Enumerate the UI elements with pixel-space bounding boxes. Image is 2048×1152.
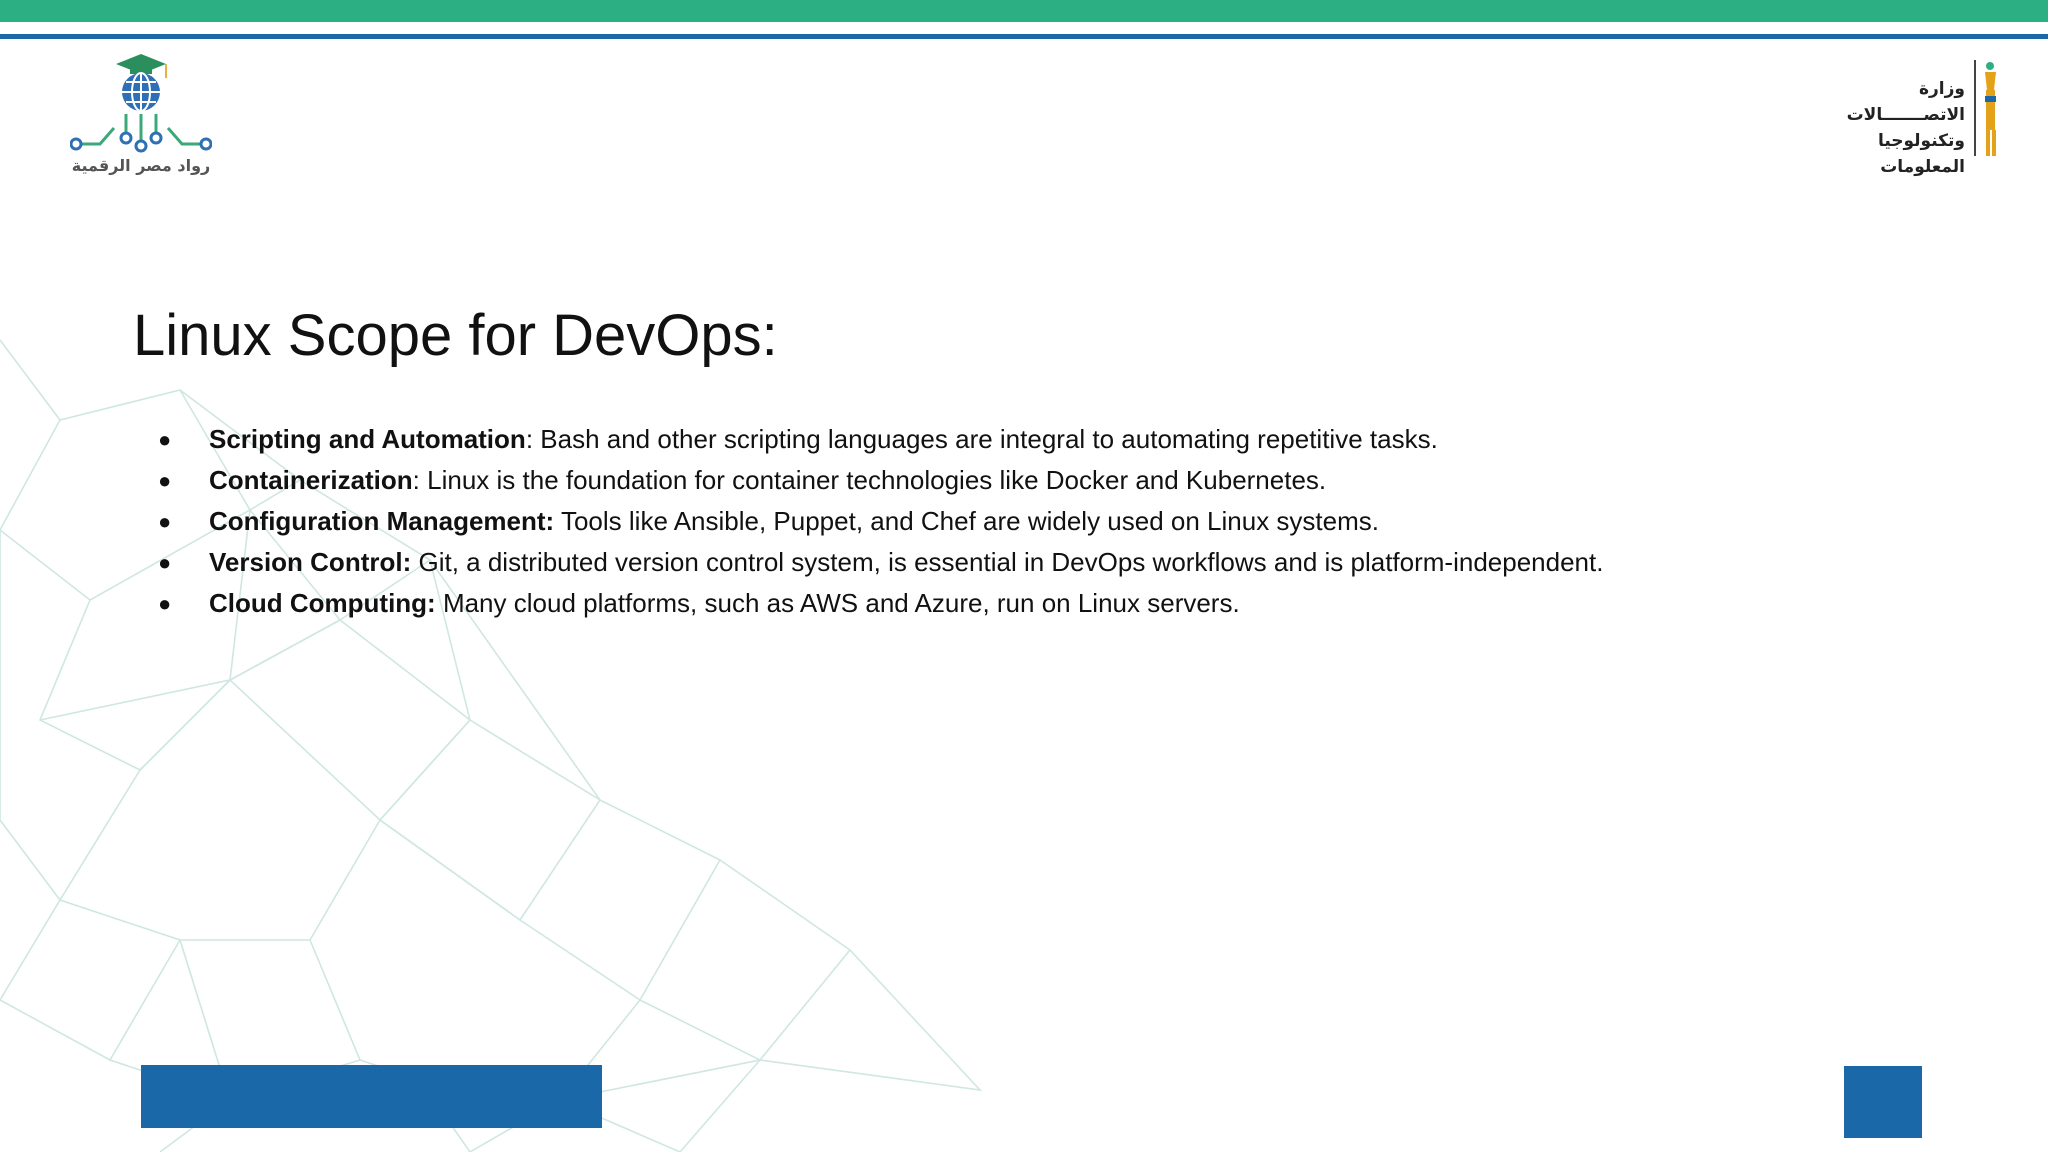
bullet-text: Tools like Ansible, Puppet, and Chef are… [554, 506, 1379, 536]
logo-left-caption: رواد مصر الرقمية [71, 156, 211, 175]
bullet-term: Scripting and Automation [209, 424, 526, 454]
slide-title: Linux Scope for DevOps: [133, 303, 778, 368]
list-item: ● Containerization: Linux is the foundati… [155, 460, 1603, 501]
bullet-term: Cloud Computing: [209, 588, 436, 618]
bullet-text: Git, a distributed version control syste… [411, 547, 1604, 577]
bullet-marker: ● [158, 427, 172, 452]
bullet-marker: ● [158, 509, 172, 534]
graduation-cap-globe-icon [69, 54, 213, 153]
list-item: ● Cloud Computing: Many cloud platforms, … [155, 583, 1603, 624]
bullet-term: Version Control: [209, 547, 412, 577]
bullet-separator: : [525, 424, 534, 454]
bullet-list: ● Scripting and Automation: Bash and othe… [155, 419, 1603, 624]
top-accent-bar-blue [0, 34, 2048, 39]
list-item: ● Version Control: Git, a distributed ver… [155, 542, 1603, 583]
bullet-separator: : [412, 465, 420, 495]
logo-right-line1: وزارة الاتصـــــــالات [1846, 79, 1965, 125]
footer-accent-bar [141, 1065, 602, 1128]
bullet-marker: ● [158, 468, 172, 493]
bullet-term: Configuration Management: [209, 506, 555, 536]
top-accent-bar-green [0, 0, 2048, 22]
bullet-marker: ● [158, 550, 172, 575]
bullet-term: Containerization [209, 465, 413, 495]
bullet-text: Many cloud platforms, such as AWS and Az… [435, 588, 1240, 618]
logo-right-line2: وتكنولوجيا المعلومات [1877, 131, 1965, 177]
footer-accent-square [1844, 1066, 1922, 1138]
digital-egypt-pioneers-logo: رواد مصر الرقمية [69, 52, 213, 182]
list-item: ● Configuration Management: Tools like An… [155, 501, 1603, 542]
slide: رواد مصر الرقمية وزارة الاتصـــــــالات … [0, 0, 2048, 1152]
bullet-text: Bash and other scripting languages are i… [533, 424, 1438, 454]
logo-right-caption: وزارة الاتصـــــــالات وتكنولوجيا المعلو… [1795, 76, 1965, 180]
list-item: ● Scripting and Automation: Bash and othe… [155, 419, 1603, 460]
bullet-marker: ● [158, 591, 172, 616]
ministry-of-communications-logo: وزارة الاتصـــــــالات وتكنولوجيا المعلو… [1795, 56, 2005, 177]
bullet-text: Linux is the foundation for container te… [419, 465, 1327, 495]
pharaonic-figure-icon [1974, 60, 1996, 156]
